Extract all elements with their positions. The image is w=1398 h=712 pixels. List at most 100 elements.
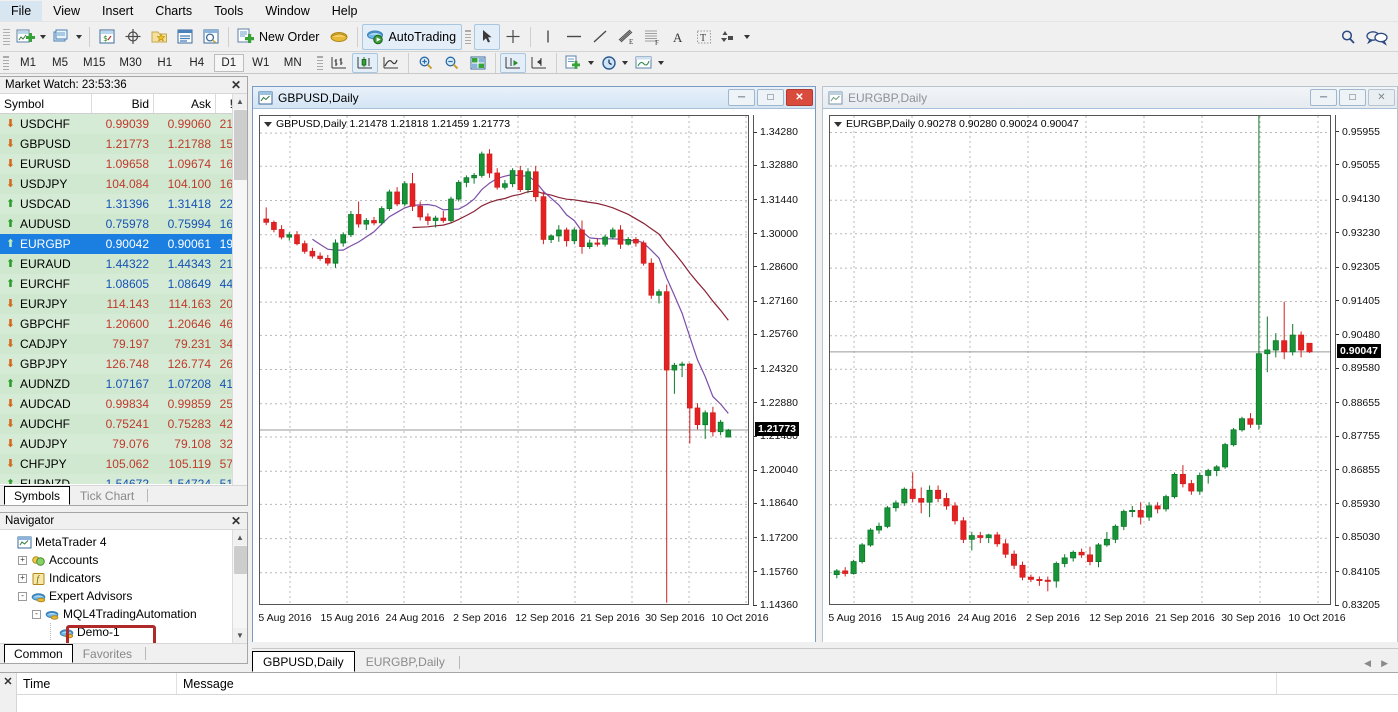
cursor-tool-button[interactable] — [474, 24, 500, 50]
menu-item-charts[interactable]: Charts — [144, 1, 203, 21]
market-watch-row-chfjpy[interactable]: ⬇CHFJPY105.062105.11957 — [0, 454, 247, 474]
scroll-up-icon[interactable]: ▲ — [233, 94, 247, 109]
tab-common[interactable]: Common — [4, 644, 73, 663]
expand-icon[interactable]: + — [18, 574, 27, 583]
collapse-icon[interactable]: - — [32, 610, 41, 619]
chart-tab-eurgbp[interactable]: EURGBP,Daily — [355, 651, 456, 672]
column-header-time[interactable]: Time — [17, 673, 177, 694]
equidistant-channel-button[interactable]: E — [613, 24, 639, 50]
navigator-button[interactable] — [198, 24, 224, 50]
column-header-ask[interactable]: Ask — [154, 94, 216, 113]
favorites-button[interactable] — [146, 24, 172, 50]
new-chart-button[interactable] — [13, 24, 49, 50]
chevron-down-icon[interactable] — [264, 122, 272, 127]
timeframe-mn[interactable]: MN — [278, 54, 308, 72]
chart-titlebar-eurgbp[interactable]: EURGBP,Daily ─ □ ✕ — [823, 87, 1397, 109]
minimize-button[interactable]: ─ — [1310, 89, 1337, 106]
restore-button[interactable]: □ — [1339, 89, 1366, 106]
timeframe-h1[interactable]: H1 — [150, 54, 180, 72]
chat-button[interactable] — [1362, 24, 1392, 50]
column-header-message[interactable]: Message — [177, 673, 1277, 694]
periods-button[interactable] — [597, 53, 631, 73]
close-button[interactable]: ✕ — [786, 89, 813, 106]
market-watch-row-gbpjpy[interactable]: ⬇GBPJPY126.748126.77426 — [0, 354, 247, 374]
market-watch-row-eurjpy[interactable]: ⬇EURJPY114.143114.16320 — [0, 294, 247, 314]
autotrading-button[interactable]: AutoTrading — [362, 24, 462, 50]
market-watch-row-usdchf[interactable]: ⬇USDCHF0.990390.9906021 — [0, 114, 247, 134]
market-watch-row-audchf[interactable]: ⬇AUDCHF0.752410.7528342 — [0, 414, 247, 434]
profiles-button[interactable] — [49, 24, 85, 50]
timeframe-m5[interactable]: M5 — [45, 54, 75, 72]
chart-plot-gbpusd[interactable]: GBPUSD,Daily 1.21478 1.21818 1.21459 1.2… — [259, 115, 749, 605]
market-watch-row-eurchf[interactable]: ⬆EURCHF1.086051.0864944 — [0, 274, 247, 294]
close-icon[interactable]: ✕ — [228, 514, 244, 528]
templates-button[interactable] — [631, 53, 667, 73]
text-label-button[interactable]: T — [691, 24, 717, 50]
chevron-down-icon[interactable] — [658, 61, 664, 65]
tile-windows-button[interactable] — [465, 53, 491, 73]
price-axis-gbpusd[interactable]: 1.342801.328801.314401.300001.286001.271… — [753, 115, 813, 605]
menu-item-help[interactable]: Help — [321, 1, 369, 21]
scrollbar-thumb[interactable] — [234, 546, 247, 574]
collapse-icon[interactable]: - — [18, 592, 27, 601]
expand-icon[interactable]: + — [18, 556, 27, 565]
indicators-button[interactable] — [561, 53, 597, 73]
candlestick-chart-button[interactable] — [352, 53, 378, 73]
price-axis-eurgbp[interactable]: 0.959550.950550.941300.932300.923050.914… — [1335, 115, 1397, 605]
chevron-down-icon[interactable] — [588, 61, 594, 65]
market-watch-scrollbar[interactable]: ▲ ▼ — [232, 94, 247, 505]
toolbar-grip[interactable] — [3, 27, 10, 47]
close-icon[interactable]: ✕ — [228, 78, 244, 92]
market-watch-row-eurusd[interactable]: ⬇EURUSD1.096581.0967416 — [0, 154, 247, 174]
chevron-down-icon[interactable] — [76, 35, 82, 39]
market-watch-row-cadjpy[interactable]: ⬇CADJPY79.19779.23134 — [0, 334, 247, 354]
timeframe-m1[interactable]: M1 — [13, 54, 43, 72]
scrollbar-thumb[interactable] — [234, 110, 247, 180]
chart-titlebar-gbpusd[interactable]: GBPUSD,Daily ─ □ ✕ — [253, 87, 815, 109]
menu-item-file[interactable]: File — [0, 1, 42, 21]
new-order-button[interactable]: New Order — [233, 24, 325, 50]
charts-toolbar-grip[interactable] — [317, 55, 323, 71]
drawing-toolbar-grip[interactable] — [465, 29, 471, 45]
market-watch-row-audcad[interactable]: ⬇AUDCAD0.998340.9985925 — [0, 394, 247, 414]
market-watch-row-eurnzd[interactable]: ⬆EURNZD1.546721.5472451 — [0, 474, 247, 484]
menu-item-window[interactable]: Window — [254, 1, 320, 21]
timeframe-h4[interactable]: H4 — [182, 54, 212, 72]
terminal-close-icon[interactable]: ✕ — [0, 673, 17, 712]
search-button[interactable] — [1336, 24, 1362, 50]
timeframe-m15[interactable]: M15 — [77, 54, 111, 72]
market-watch-row-eurgbp[interactable]: ⬆EURGBP0.900420.9006119 — [0, 234, 247, 254]
market-watch-row-gbpusd[interactable]: ⬇GBPUSD1.217731.2178815 — [0, 134, 247, 154]
menu-item-insert[interactable]: Insert — [91, 1, 144, 21]
crosshair-tool-button[interactable] — [500, 24, 526, 50]
navigator-item-mql4tradingautomation[interactable]: -MQL4TradingAutomation — [4, 605, 247, 623]
scroll-right-icon[interactable]: ▶ — [1381, 658, 1388, 669]
auto-scroll-button[interactable] — [500, 53, 526, 73]
navigator-item-indicators[interactable]: +fIndicators — [4, 569, 247, 587]
navigator-item-metatrader-4[interactable]: MetaTrader 4 — [4, 533, 247, 551]
chart-shift-button[interactable] — [526, 53, 552, 73]
bar-chart-button[interactable] — [326, 53, 352, 73]
chevron-down-icon[interactable] — [40, 35, 46, 39]
tab-tick-chart[interactable]: Tick Chart — [70, 486, 144, 505]
market-watch-row-usdcad[interactable]: ⬆USDCAD1.313961.3141822 — [0, 194, 247, 214]
timeframe-m30[interactable]: M30 — [113, 54, 147, 72]
market-watch-row-audjpy[interactable]: ⬇AUDJPY79.07679.10832 — [0, 434, 247, 454]
trendline-button[interactable] — [587, 24, 613, 50]
chart-tab-gbpusd[interactable]: GBPUSD,Daily — [252, 651, 355, 672]
navigator-item-accounts[interactable]: +Accounts — [4, 551, 247, 569]
column-header-symbol[interactable]: Symbol — [0, 94, 92, 113]
market-watch-button[interactable]: $ — [94, 24, 120, 50]
shapes-button[interactable] — [717, 24, 753, 50]
navigator-scrollbar[interactable]: ▲ ▼ — [232, 530, 247, 643]
zoom-out-button[interactable] — [439, 53, 465, 73]
crosshair-button[interactable] — [120, 24, 146, 50]
tab-favorites[interactable]: Favorites — [73, 644, 142, 663]
scroll-down-icon[interactable]: ▼ — [233, 628, 247, 643]
timeframe-d1[interactable]: D1 — [214, 54, 244, 72]
market-watch-row-usdjpy[interactable]: ⬇USDJPY104.084104.10016 — [0, 174, 247, 194]
zoom-in-button[interactable] — [413, 53, 439, 73]
menu-item-view[interactable]: View — [42, 1, 91, 21]
line-chart-button[interactable] — [378, 53, 404, 73]
minimize-button[interactable]: ─ — [728, 89, 755, 106]
